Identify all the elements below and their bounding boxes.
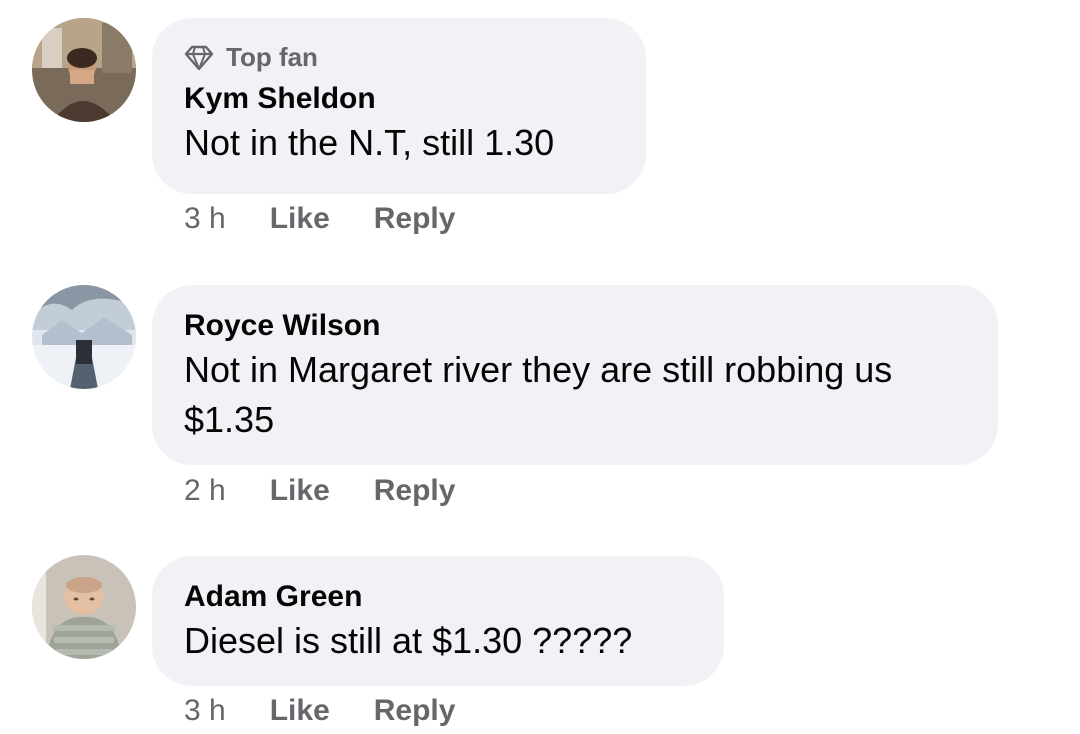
comment-time[interactable]: 2 h <box>184 474 226 508</box>
reply-button[interactable]: Reply <box>374 202 456 236</box>
comment-time[interactable]: 3 h <box>184 202 226 236</box>
diamond-icon <box>184 42 214 72</box>
like-button[interactable]: Like <box>270 474 330 508</box>
comment-author[interactable]: Royce Wilson <box>184 307 966 345</box>
reply-button[interactable]: Reply <box>374 694 456 728</box>
avatar[interactable] <box>32 555 136 659</box>
comment-bubble: Royce Wilson Not in Margaret river they … <box>152 285 998 465</box>
comment-text: Not in the N.T, still 1.30 <box>184 122 555 163</box>
comment-text: Not in Margaret river they are still rob… <box>184 349 893 440</box>
reply-button[interactable]: Reply <box>374 474 456 508</box>
comment-author[interactable]: Kym Sheldon <box>184 80 614 118</box>
comment-text: Diesel is still at $1.30 ????? <box>184 620 633 661</box>
avatar[interactable] <box>32 18 136 122</box>
avatar[interactable] <box>32 285 136 389</box>
comment-actions: 3 h Like Reply <box>184 202 455 236</box>
comment-bubble: Adam Green Diesel is still at $1.30 ????… <box>152 556 724 686</box>
comment-time[interactable]: 3 h <box>184 694 226 728</box>
like-button[interactable]: Like <box>270 202 330 236</box>
comment-bubble: Top fan Kym Sheldon Not in the N.T, stil… <box>152 18 646 194</box>
top-fan-badge: Top fan <box>184 40 614 74</box>
comment-author[interactable]: Adam Green <box>184 578 692 616</box>
comment-actions: 2 h Like Reply <box>184 474 455 508</box>
like-button[interactable]: Like <box>270 694 330 728</box>
comment-actions: 3 h Like Reply <box>184 694 455 728</box>
badge-label: Top fan <box>226 41 318 72</box>
